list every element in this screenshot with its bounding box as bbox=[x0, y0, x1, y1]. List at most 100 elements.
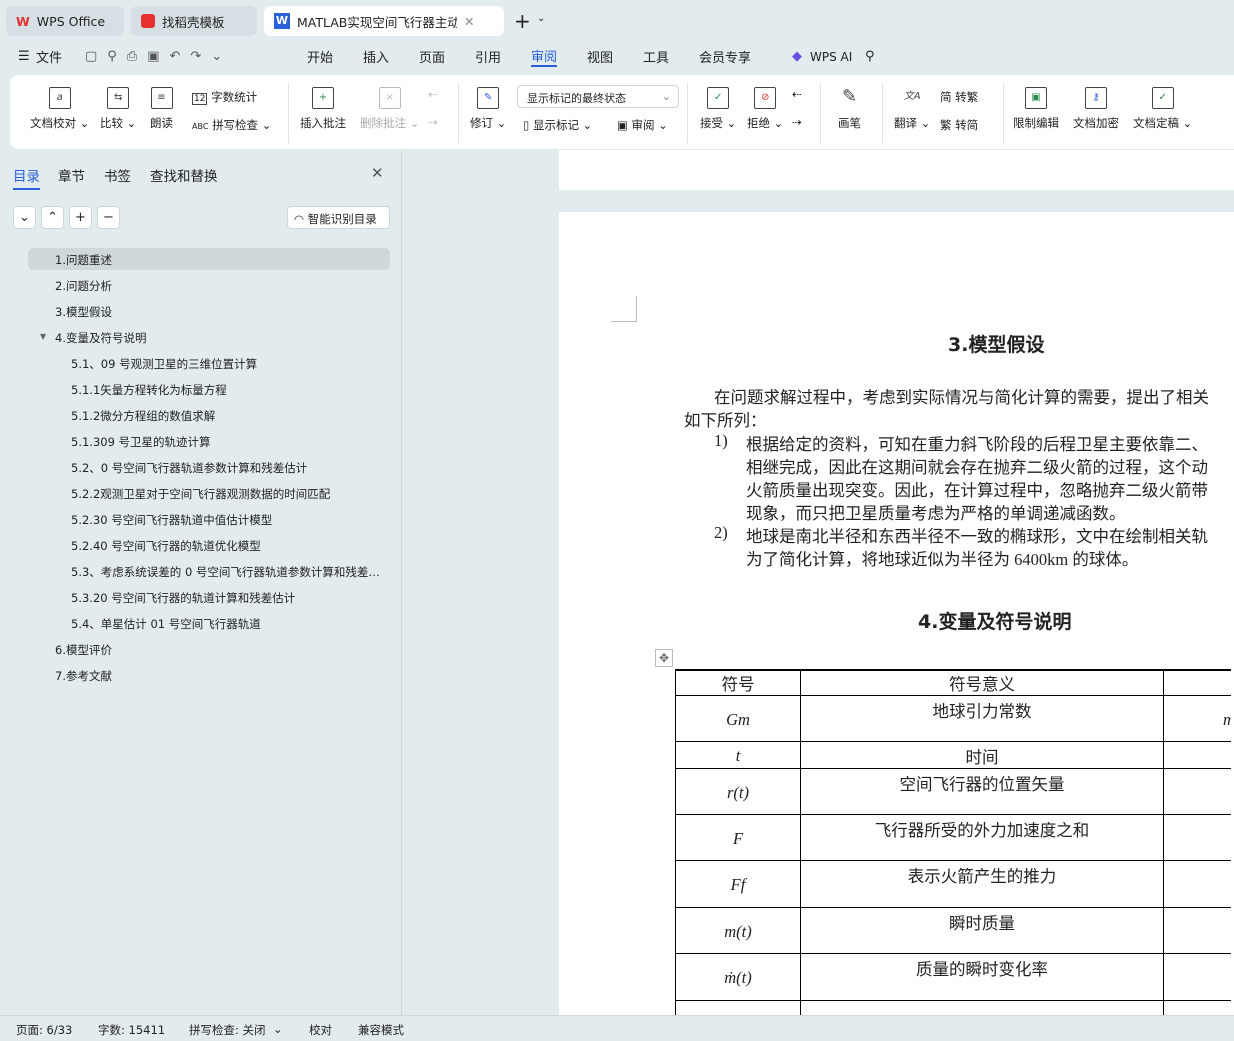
new-tab-icon[interactable]: + bbox=[514, 9, 531, 33]
toc-item[interactable]: 5.3.20 号空间飞行器的轨道计算和残差估计 bbox=[71, 590, 295, 606]
menu-home[interactable]: 开始 bbox=[307, 47, 333, 66]
to-traditional-button[interactable]: 简 转繁 bbox=[940, 89, 978, 105]
toc-item[interactable]: 3.模型假设 bbox=[55, 304, 112, 320]
compare-button[interactable]: ⇆ 比较 ⌄ bbox=[100, 87, 136, 131]
encrypt-button[interactable]: ⚷ 文档加密 bbox=[1073, 87, 1119, 131]
menu-wps-ai[interactable]: WPS AI bbox=[810, 50, 852, 64]
wps-logo-icon: W bbox=[16, 13, 30, 29]
spell-check-button[interactable]: ABC 拼写检查 ⌄ bbox=[192, 117, 271, 133]
menu-file[interactable]: 文件 bbox=[36, 47, 62, 66]
compare-icon: ⇆ bbox=[107, 87, 130, 109]
track-changes-icon: ✎ bbox=[477, 87, 500, 109]
heading-model-assumptions: 3.模型假设 bbox=[948, 334, 1045, 356]
list-number: 1) bbox=[714, 431, 728, 450]
collapse-up-button[interactable]: ⌃ bbox=[41, 206, 64, 229]
menu-page[interactable]: 页面 bbox=[419, 47, 445, 66]
translate-button[interactable]: 文A 翻译 ⌄ bbox=[894, 87, 930, 131]
spell-check-status[interactable]: 拼写检查: 关闭 bbox=[189, 1022, 266, 1038]
proofread-status[interactable]: 校对 bbox=[309, 1022, 332, 1038]
tab-document[interactable]: W MATLAB实现空间飞行器主动 ✕ bbox=[264, 6, 504, 36]
toc-item[interactable]: 5.1.2微分方程组的数值求解 bbox=[71, 408, 215, 424]
menu-icon[interactable]: ☰ bbox=[18, 49, 30, 64]
toc-item[interactable]: 5.3、考虑系统误差的 0 号空间飞行器轨道参数计算和残差估计 bbox=[71, 564, 382, 580]
pen-icon: ✎ bbox=[841, 86, 858, 107]
smart-toc-button[interactable]: ◠ 智能识别目录 bbox=[287, 206, 390, 229]
toc-item[interactable]: 5.1.309 号卫星的轨迹计算 bbox=[71, 434, 211, 450]
menu-review[interactable]: 审阅 bbox=[531, 46, 558, 67]
markup-display-select[interactable]: 显示标记的最终状态 ⌄ bbox=[517, 85, 679, 108]
prev-change-icon[interactable]: ⇠ ⇢ bbox=[792, 87, 802, 129]
chevron-down-icon[interactable]: ⌄ bbox=[537, 13, 545, 24]
track-changes-button[interactable]: ✎ 修订 ⌄ bbox=[470, 87, 506, 131]
list-line: 根据给定的资料，可知在重力斜飞阶段的后程卫星主要依靠二、 bbox=[746, 435, 1208, 454]
list-line: 为了简化计算，将地球近似为半径为 6400km 的球体。 bbox=[746, 550, 1139, 569]
table-row: F 飞行器所受的外力加速度之和 bbox=[675, 814, 1234, 861]
list-line: 火箭质量出现突变。因此，在计算过程中，忽略抛弃二级火箭带 bbox=[746, 481, 1208, 500]
close-pane-icon[interactable]: ✕ bbox=[371, 164, 384, 182]
finalize-button[interactable]: ✓ 文档定稿 ⌄ bbox=[1133, 87, 1192, 131]
remove-heading-button[interactable]: − bbox=[97, 206, 120, 229]
nav-tab-toc[interactable]: 目录 bbox=[13, 165, 40, 190]
finalize-icon: ✓ bbox=[1151, 87, 1174, 109]
quick-access-icons[interactable]: ▢⚲⎙▣↶↷⌄ bbox=[85, 49, 232, 64]
tab-template[interactable]: 找稻壳模板 bbox=[131, 6, 257, 36]
proofread-button[interactable]: a 文档校对 ⌄ bbox=[30, 87, 89, 131]
review-pane-button[interactable]: ▣ 审阅 ⌄ bbox=[617, 117, 668, 133]
to-simplified-button[interactable]: 繁 转简 bbox=[940, 117, 978, 133]
toc-item[interactable]: 5.2.2观测卫星对于空间飞行器观测数据的时间匹配 bbox=[71, 486, 330, 502]
toc-item[interactable]: 5.4、单星估计 01 号空间飞行器轨道 bbox=[71, 616, 261, 632]
meaning-cell: 表示火箭产生的推力 bbox=[800, 860, 1164, 908]
word-count-button[interactable]: 12 字数统计 bbox=[192, 89, 257, 105]
expand-triangle-icon[interactable]: ▼ bbox=[40, 332, 46, 341]
toc-item[interactable]: 5.2、0 号空间飞行器轨道参数计算和残差估计 bbox=[71, 460, 307, 476]
tab-wps-office[interactable]: W WPS Office bbox=[6, 6, 124, 36]
table-row: t 时间 bbox=[675, 741, 1234, 769]
pen-button[interactable]: ✎ 画笔 bbox=[838, 87, 861, 131]
meaning-cell: 瞬时质量 bbox=[800, 907, 1164, 954]
menu-view[interactable]: 视图 bbox=[587, 47, 613, 66]
meaning-cell: 质量的瞬时变化率 bbox=[800, 953, 1164, 1001]
toc-item[interactable]: 1.问题重述 bbox=[55, 252, 112, 268]
table-row: Gm 地球引力常数 m bbox=[675, 695, 1234, 742]
search-icon[interactable]: ⚲ bbox=[865, 49, 875, 64]
symbol-cell: Gm bbox=[675, 695, 801, 742]
list-line: 相继完成，因此在这期间就会存在抛弃二级火箭的过程，这个动 bbox=[746, 458, 1208, 477]
traditional-icon: 简 bbox=[940, 90, 952, 104]
toc-item[interactable]: 5.2.30 号空间飞行器轨道中值估计模型 bbox=[71, 512, 272, 528]
toc-item[interactable]: 6.模型评价 bbox=[55, 642, 112, 658]
insert-comment-button[interactable]: + 插入批注 bbox=[300, 87, 346, 131]
toc-item[interactable]: 4.变量及符号说明 bbox=[55, 330, 146, 346]
menu-references[interactable]: 引用 bbox=[475, 47, 501, 66]
ribbon-toolbar: a 文档校对 ⌄ ⇆ 比较 ⌄ ≡ 朗读 12 字数统计 ABC 拼写检查 ⌄ + 插入… bbox=[10, 75, 1234, 149]
chevron-down-icon[interactable]: ⌄ bbox=[273, 1022, 283, 1036]
meaning-cell: 地球引力常数 bbox=[800, 695, 1164, 742]
menu-tools[interactable]: 工具 bbox=[643, 47, 669, 66]
close-tab-icon[interactable]: ✕ bbox=[464, 14, 474, 29]
add-heading-button[interactable]: + bbox=[69, 206, 92, 229]
unit-cell bbox=[1163, 860, 1234, 908]
read-aloud-button[interactable]: ≡ 朗读 bbox=[150, 87, 173, 131]
menu-insert[interactable]: 插入 bbox=[363, 47, 389, 66]
nav-tab-find-replace[interactable]: 查找和替换 bbox=[150, 165, 218, 185]
expand-down-button[interactable]: ⌄ bbox=[13, 206, 36, 229]
symbol-cell: m(t) bbox=[675, 907, 801, 954]
toc-item[interactable]: 5.2.40 号空间飞行器的轨道优化模型 bbox=[71, 538, 261, 554]
translate-icon: 文A bbox=[903, 91, 921, 102]
table-move-handle-icon[interactable]: ✥ bbox=[655, 649, 673, 667]
comment-delete-icon: × bbox=[378, 87, 401, 109]
toc-item[interactable]: 5.1.1矢量方程转化为标量方程 bbox=[71, 382, 227, 398]
table-header-row: 符号 符号意义 bbox=[675, 669, 1234, 696]
show-markup-button[interactable]: ▯ 显示标记 ⌄ bbox=[523, 117, 592, 133]
toc-item[interactable]: 5.1、09 号观测卫星的三维位置计算 bbox=[71, 356, 257, 372]
nav-tab-sections[interactable]: 章节 bbox=[58, 165, 85, 185]
nav-tab-bookmarks[interactable]: 书签 bbox=[104, 165, 131, 185]
restrict-edit-button[interactable]: ▣ 限制编辑 bbox=[1013, 87, 1059, 131]
toc-item[interactable]: 2.问题分析 bbox=[55, 278, 112, 294]
accept-button[interactable]: ✓ 接受 ⌄ bbox=[700, 87, 736, 131]
toc-item[interactable]: 7.参考文献 bbox=[55, 668, 112, 684]
word-count[interactable]: 字数: 15411 bbox=[98, 1022, 165, 1038]
menu-membership[interactable]: 会员专享 bbox=[699, 47, 751, 66]
reject-button[interactable]: ⊘ 拒绝 ⌄ bbox=[747, 87, 783, 131]
page-count[interactable]: 页面: 6/33 bbox=[16, 1022, 72, 1038]
word-doc-icon: W bbox=[274, 13, 290, 29]
